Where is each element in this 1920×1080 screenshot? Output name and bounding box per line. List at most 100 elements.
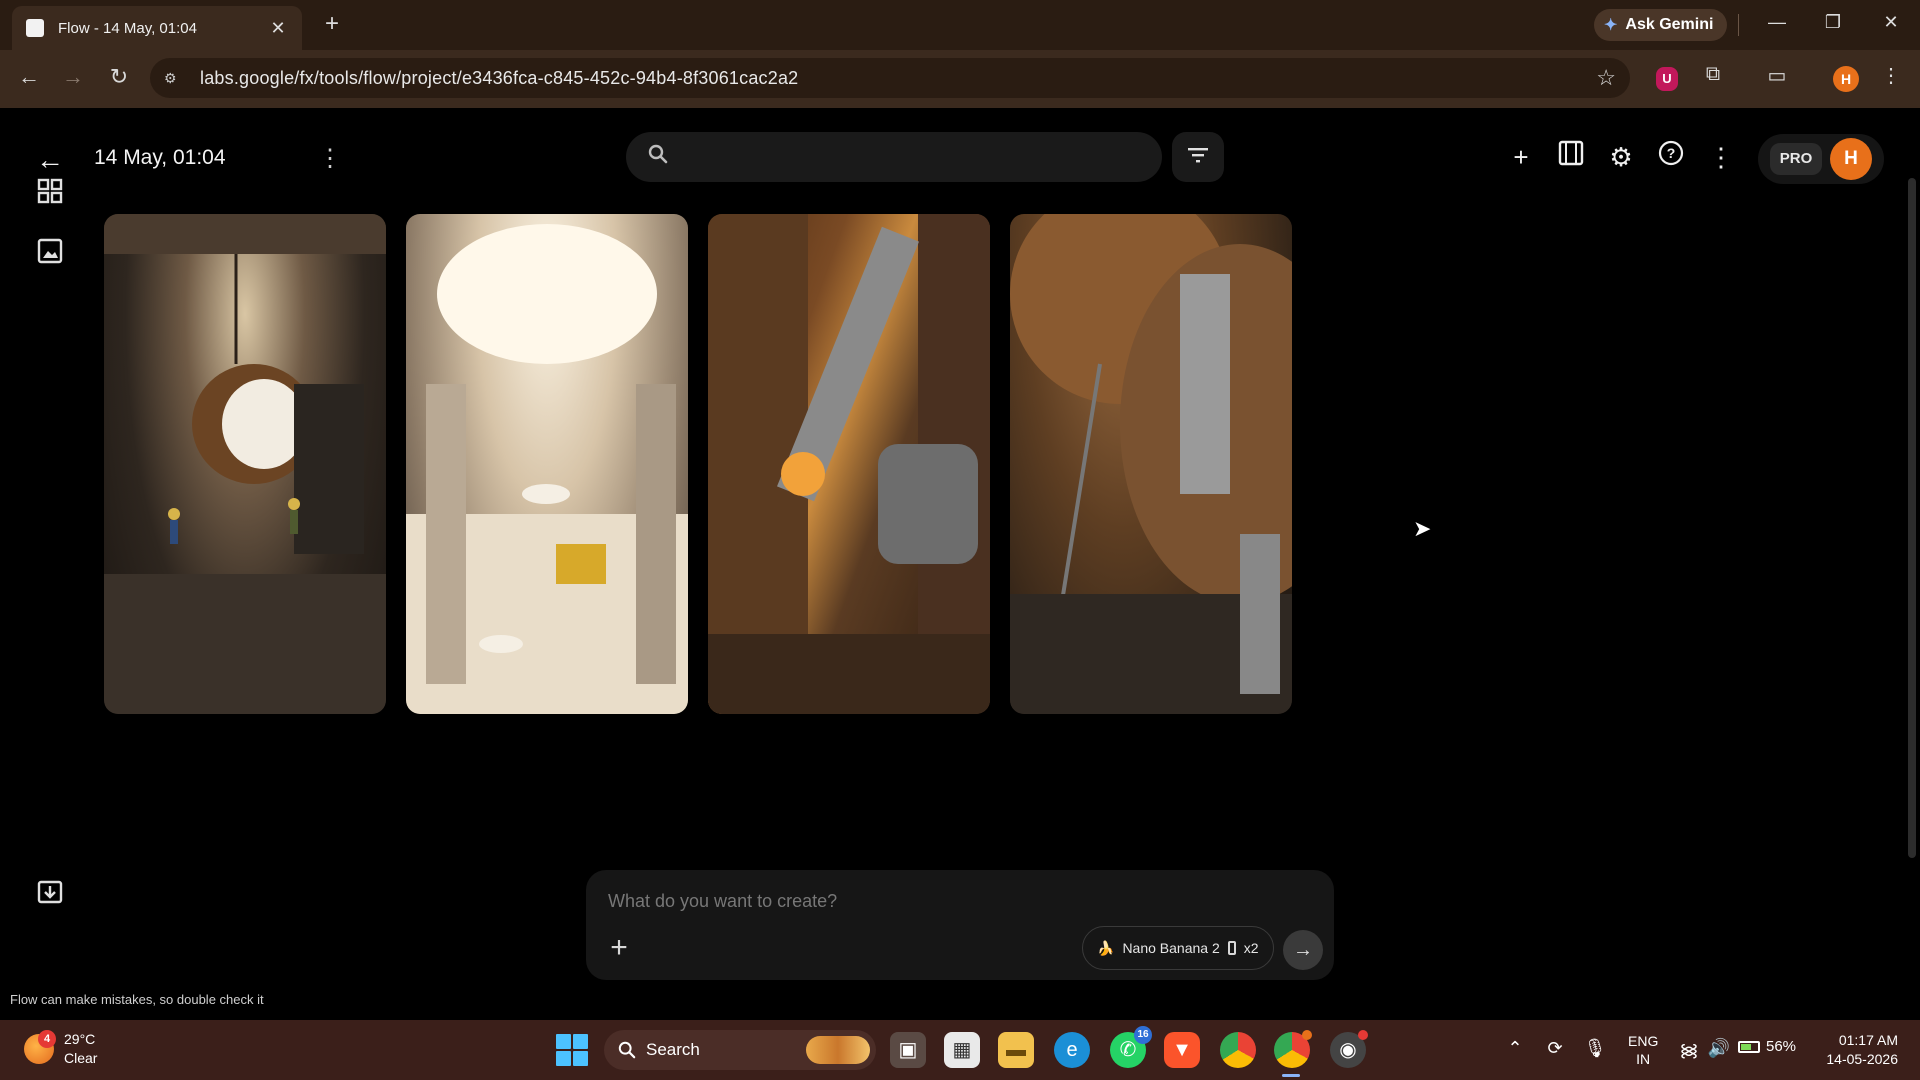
back-icon[interactable]: ← — [14, 64, 44, 90]
filter-button[interactable] — [1172, 132, 1224, 182]
browser-toolbar: ← → ↻ ⚙ labs.google/fx/tools/flow/projec… — [0, 50, 1920, 108]
taskbar-search-icon — [618, 1041, 636, 1059]
add-media-button[interactable]: + — [604, 933, 634, 964]
account-group: PRO H — [1758, 134, 1884, 184]
user-avatar[interactable]: H — [1830, 138, 1872, 180]
input-language[interactable]: ENG IN — [1628, 1032, 1658, 1068]
forward-icon[interactable]: → — [58, 64, 88, 90]
generated-image-3[interactable] — [708, 214, 990, 714]
back-arrow-icon[interactable]: ← — [36, 144, 64, 176]
weather-condition: Clear — [64, 1050, 98, 1066]
more-options-icon[interactable]: ⋮ — [1704, 140, 1738, 174]
language-code: ENG — [1628, 1033, 1659, 1049]
brave-browser-icon[interactable]: ▼ — [1164, 1032, 1200, 1068]
microphone-icon[interactable]: 🎙 — [1582, 1038, 1608, 1059]
download-archive-icon[interactable] — [34, 878, 66, 910]
show-hidden-icons-chevron-icon[interactable]: ⌃ — [1502, 1038, 1528, 1059]
extensions-puzzle-icon[interactable]: ⧉ — [1698, 63, 1728, 93]
volume-icon[interactable]: 🔊 — [1706, 1038, 1732, 1059]
bookmark-star-icon[interactable]: ☆ — [1596, 65, 1616, 91]
url-text: labs.google/fx/tools/flow/project/e3436f… — [200, 67, 799, 88]
prompt-input[interactable] — [608, 884, 1208, 918]
model-selector[interactable]: 🍌 Nano Banana 2 x2 — [1082, 926, 1274, 970]
image-view-icon[interactable] — [34, 238, 66, 270]
window-close-icon[interactable]: ✕ — [1876, 12, 1906, 33]
project-menu-icon[interactable]: ⋮ — [318, 144, 342, 173]
gemini-sparkle-icon: ✦ — [1604, 17, 1618, 34]
address-bar[interactable]: ⚙ labs.google/fx/tools/flow/project/e343… — [150, 58, 1630, 98]
chrome-profile-icon[interactable] — [1274, 1030, 1312, 1068]
minimize-icon[interactable]: — — [1762, 12, 1792, 33]
generated-image-1[interactable] — [104, 214, 386, 714]
screen: Flow - 14 May, 01:04 ✕ + ✦ Ask Gemini — … — [0, 0, 1920, 1080]
flow-app: ← 14 May, 01:04 ⋮ + ⚙ ? ⋮ PRO H ➤ What d… — [0, 108, 1920, 1020]
browser-tab[interactable]: Flow - 14 May, 01:04 ✕ — [12, 6, 302, 50]
active-app-indicator — [1282, 1074, 1300, 1077]
banana-icon: 🍌 — [1097, 939, 1115, 956]
chrome-icon[interactable] — [1220, 1032, 1256, 1068]
tab-bar-divider — [1738, 14, 1739, 36]
new-tab-button[interactable]: + — [318, 10, 346, 38]
wifi-icon[interactable]: ᯼ — [1676, 1038, 1702, 1062]
cast-tab-search-icon[interactable]: ▭ — [1762, 63, 1792, 93]
weather-badge: 4 — [38, 1030, 56, 1048]
ask-gemini-button[interactable]: ✦ Ask Gemini — [1594, 9, 1728, 41]
language-region: IN — [1636, 1051, 1651, 1067]
battery-icon — [1738, 1040, 1760, 1053]
whatsapp-badge: 16 — [1134, 1026, 1152, 1044]
disclaimer-text: Flow can make mistakes, so double check … — [10, 992, 264, 1007]
taskbar-search[interactable]: Search — [604, 1030, 876, 1070]
windows-start-icon[interactable] — [556, 1034, 588, 1066]
browser-tab-bar: Flow - 14 May, 01:04 ✕ + ✦ Ask Gemini — … — [0, 0, 1920, 50]
scenebuilder-film-icon[interactable] — [1554, 140, 1588, 174]
mouse-cursor: ➤ — [1413, 516, 1432, 541]
recording-dot — [1358, 1030, 1368, 1040]
battery-percent: 56% — [1766, 1038, 1797, 1055]
clock-date: 14-05-2026 — [1826, 1051, 1898, 1067]
model-name: Nano Banana 2 — [1122, 940, 1220, 956]
browser-menu-icon[interactable]: ⋮ — [1876, 63, 1906, 93]
obs-recorder-icon[interactable]: ◉ — [1330, 1030, 1368, 1068]
weather-widget[interactable]: 4 29°C Clear — [24, 1030, 97, 1068]
flow-favicon-icon — [26, 19, 44, 37]
site-settings-icon[interactable]: ⚙ — [164, 70, 182, 86]
help-icon[interactable]: ? — [1654, 140, 1688, 174]
generated-image-2[interactable] — [406, 214, 688, 714]
grid-view-icon[interactable] — [34, 178, 66, 210]
image-gallery — [104, 214, 1292, 714]
search-input[interactable] — [626, 132, 1162, 182]
tab-title: Flow - 14 May, 01:04 — [58, 19, 197, 37]
browser-profile-avatar[interactable]: H — [1833, 66, 1859, 92]
page-scrollbar[interactable] — [1908, 178, 1916, 858]
svg-text:?: ? — [1667, 145, 1676, 161]
moon-weather-icon: 4 — [24, 1030, 56, 1064]
file-explorer-icon[interactable]: ▬ — [998, 1032, 1034, 1068]
clock[interactable]: 01:17 AM 14-05-2026 — [1810, 1031, 1898, 1069]
restore-icon[interactable]: ❐ — [1818, 12, 1848, 33]
filter-icon — [1188, 148, 1208, 163]
tab-close-icon[interactable]: ✕ — [268, 18, 288, 39]
prompt-composer: + 🍌 Nano Banana 2 x2 → — [586, 870, 1334, 980]
microsoft-store-icon[interactable]: ▦ — [944, 1032, 980, 1068]
clock-time: 01:17 AM — [1838, 1032, 1898, 1048]
whatsapp-icon[interactable]: ✆ 16 — [1110, 1026, 1152, 1068]
search-highlight-art — [806, 1036, 870, 1064]
taskbar-search-label: Search — [646, 1040, 700, 1059]
temperature: 29°C — [64, 1031, 96, 1047]
send-button[interactable]: → — [1283, 930, 1323, 970]
add-icon[interactable]: + — [1504, 140, 1538, 174]
pro-badge[interactable]: PRO — [1770, 143, 1822, 175]
task-view-icon[interactable]: ▣ — [890, 1032, 926, 1068]
windows-taskbar: 4 29°C Clear Search ▣ ▦ ▬ e ✆ 16 ▼ ◉ ⌃ ⟳… — [0, 1020, 1920, 1080]
battery-indicator[interactable]: 56% — [1738, 1038, 1796, 1055]
settings-gear-icon[interactable]: ⚙ — [1604, 140, 1638, 174]
sync-icon[interactable]: ⟳ — [1542, 1038, 1568, 1059]
ask-gemini-label: Ask Gemini — [1625, 16, 1714, 33]
search-icon — [648, 144, 668, 170]
edge-browser-icon[interactable]: e — [1054, 1032, 1090, 1068]
portrait-aspect-icon — [1227, 941, 1236, 955]
reload-icon[interactable]: ↻ — [104, 64, 134, 90]
generated-image-4[interactable] — [1010, 214, 1292, 714]
project-title: 14 May, 01:04 — [94, 146, 226, 169]
ublock-extension-icon[interactable]: U — [1656, 67, 1678, 91]
